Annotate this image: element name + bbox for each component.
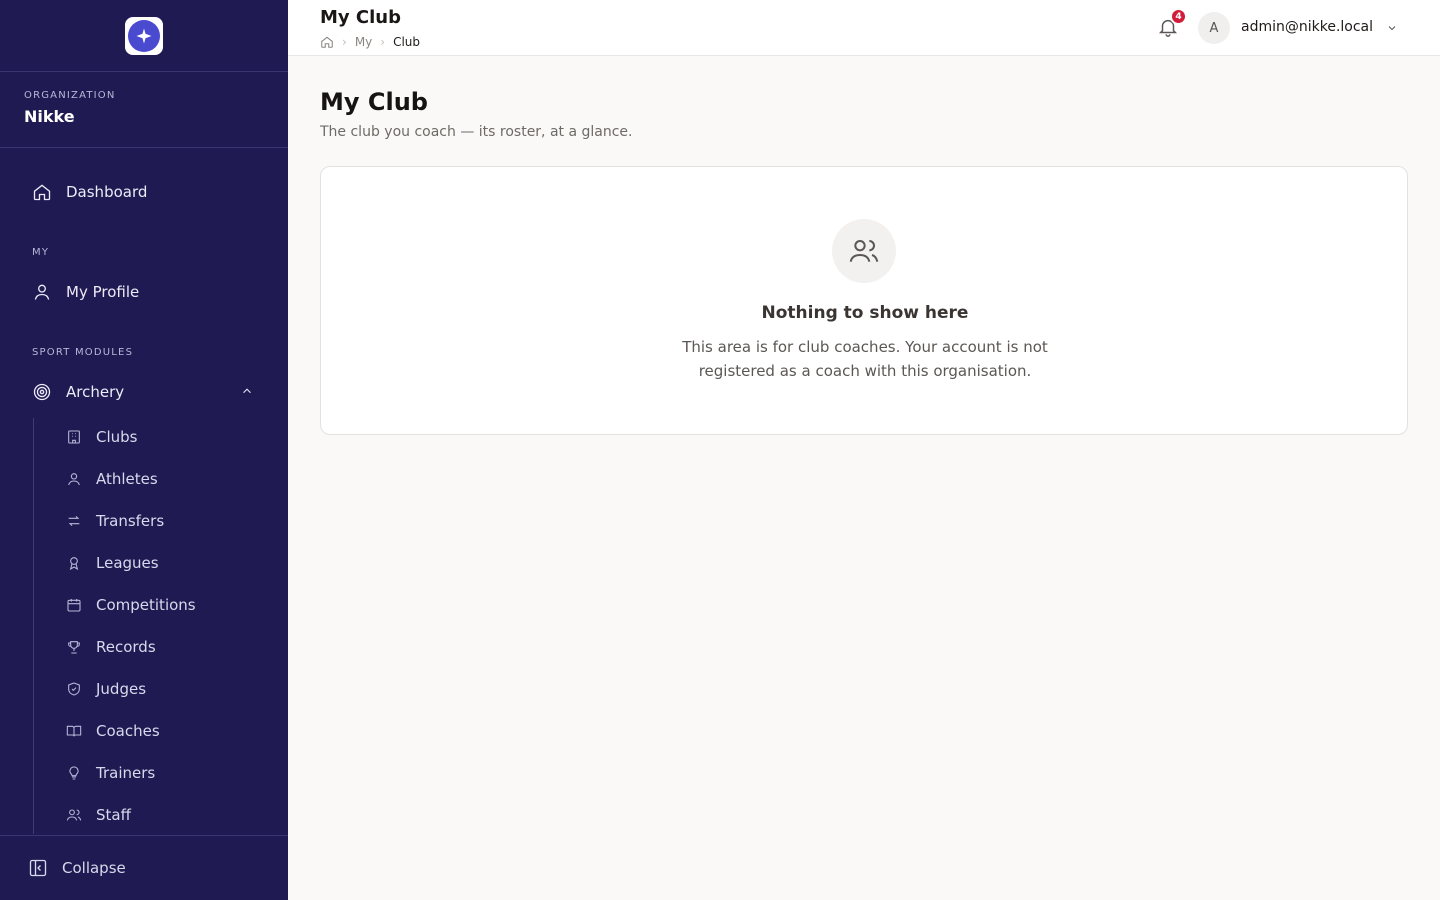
sidebar-item-my-profile[interactable]: My Profile xyxy=(32,280,139,304)
sidebar-subitem-label: Trainers xyxy=(96,764,156,782)
breadcrumb: › My › Club xyxy=(320,35,420,49)
section-label-my: MY xyxy=(32,247,50,258)
target-icon xyxy=(33,383,51,401)
sidebar-item-label: Dashboard xyxy=(66,183,148,201)
sidebar-subitem-judges[interactable]: Judges xyxy=(66,678,146,700)
user-icon xyxy=(34,284,50,300)
sidebar-subitem-label: Records xyxy=(96,638,156,656)
sidebar-subitem-label: Competitions xyxy=(96,596,196,614)
collapse-button[interactable]: Collapse xyxy=(28,858,126,878)
sidebar-item-label: My Profile xyxy=(66,283,140,301)
sidebar-item-archery[interactable]: Archery xyxy=(32,380,124,404)
user-email[interactable]: admin@nikke.local xyxy=(1241,19,1373,35)
empty-state-card: Nothing to show here This area is for cl… xyxy=(320,166,1408,435)
organization-label: ORGANIZATION xyxy=(24,90,116,101)
home-icon[interactable] xyxy=(320,35,334,49)
sidebar-subitem-trainers[interactable]: Trainers xyxy=(66,762,155,784)
avatar[interactable]: A xyxy=(1198,12,1230,44)
topbar-title: My Club xyxy=(320,7,401,28)
sidebar-subitem-label: Athletes xyxy=(96,470,158,488)
breadcrumb-item-club: Club xyxy=(393,35,421,49)
award-icon xyxy=(69,557,79,571)
building-icon xyxy=(68,430,80,444)
calendar-icon xyxy=(67,599,81,612)
app-logo[interactable] xyxy=(125,16,163,55)
page-subtitle: The club you coach — its roster, at a gl… xyxy=(320,124,633,140)
plane-icon xyxy=(128,19,160,52)
sidebar-subitem-athletes[interactable]: Athletes xyxy=(66,468,158,490)
notification-badge: 4 xyxy=(1170,8,1187,25)
users-icon xyxy=(832,219,896,283)
trophy-icon xyxy=(68,641,80,654)
sidebar: ORGANIZATION Nikke Dashboard MY My Profi… xyxy=(0,0,288,900)
organization-name: Nikke xyxy=(24,107,75,126)
sidebar-subitem-competitions[interactable]: Competitions xyxy=(66,594,196,616)
transfer-arrows-icon xyxy=(68,515,80,527)
sidebar-subitem-label: Leagues xyxy=(96,554,159,572)
organization-block: ORGANIZATION Nikke xyxy=(0,72,288,148)
sidebar-item-dashboard[interactable]: Dashboard xyxy=(32,180,147,204)
sidebar-subitem-label: Transfers xyxy=(96,512,165,530)
sidebar-subitem-label: Staff xyxy=(96,806,131,824)
shield-check-icon xyxy=(68,682,80,696)
breadcrumb-item-my[interactable]: My xyxy=(355,35,372,49)
user-icon xyxy=(68,473,80,486)
sidebar-collapse-icon xyxy=(29,859,47,877)
collapse-area: Collapse xyxy=(0,835,288,900)
sidebar-item-label: Archery xyxy=(66,383,125,401)
topbar: My Club › My › Club 4 A admin@nikke.loca… xyxy=(288,0,1440,56)
chevron-down-icon[interactable] xyxy=(1386,22,1398,34)
book-open-icon xyxy=(66,725,82,737)
sidebar-subitem-label: Coaches xyxy=(96,722,160,740)
sidebar-subitem-coaches[interactable]: Coaches xyxy=(66,720,160,742)
sidebar-subitem-clubs[interactable]: Clubs xyxy=(66,426,137,448)
chevron-up-icon[interactable] xyxy=(240,384,254,398)
section-label-sport-modules: SPORT MODULES xyxy=(32,347,134,358)
sidebar-subitem-records[interactable]: Records xyxy=(66,636,156,658)
home-icon xyxy=(33,184,51,201)
page-title: My Club xyxy=(320,88,428,116)
sidebar-subitem-leagues[interactable]: Leagues xyxy=(66,552,159,574)
collapse-label: Collapse xyxy=(62,859,126,877)
users-icon xyxy=(66,809,82,821)
sidebar-subitem-transfers[interactable]: Transfers xyxy=(66,510,164,532)
sidebar-subitem-label: Judges xyxy=(96,680,147,698)
lightbulb-icon xyxy=(69,766,79,780)
empty-state-title: Nothing to show here xyxy=(761,303,969,323)
sidebar-subitem-staff[interactable]: Staff xyxy=(66,804,131,826)
breadcrumb-separator: › xyxy=(380,35,386,49)
submenu-divider xyxy=(33,418,34,834)
breadcrumb-separator: › xyxy=(342,35,347,49)
sidebar-subitem-label: Clubs xyxy=(96,428,138,446)
empty-state-text: This area is for club coaches. Your acco… xyxy=(682,338,1048,380)
logo-area xyxy=(0,0,288,72)
